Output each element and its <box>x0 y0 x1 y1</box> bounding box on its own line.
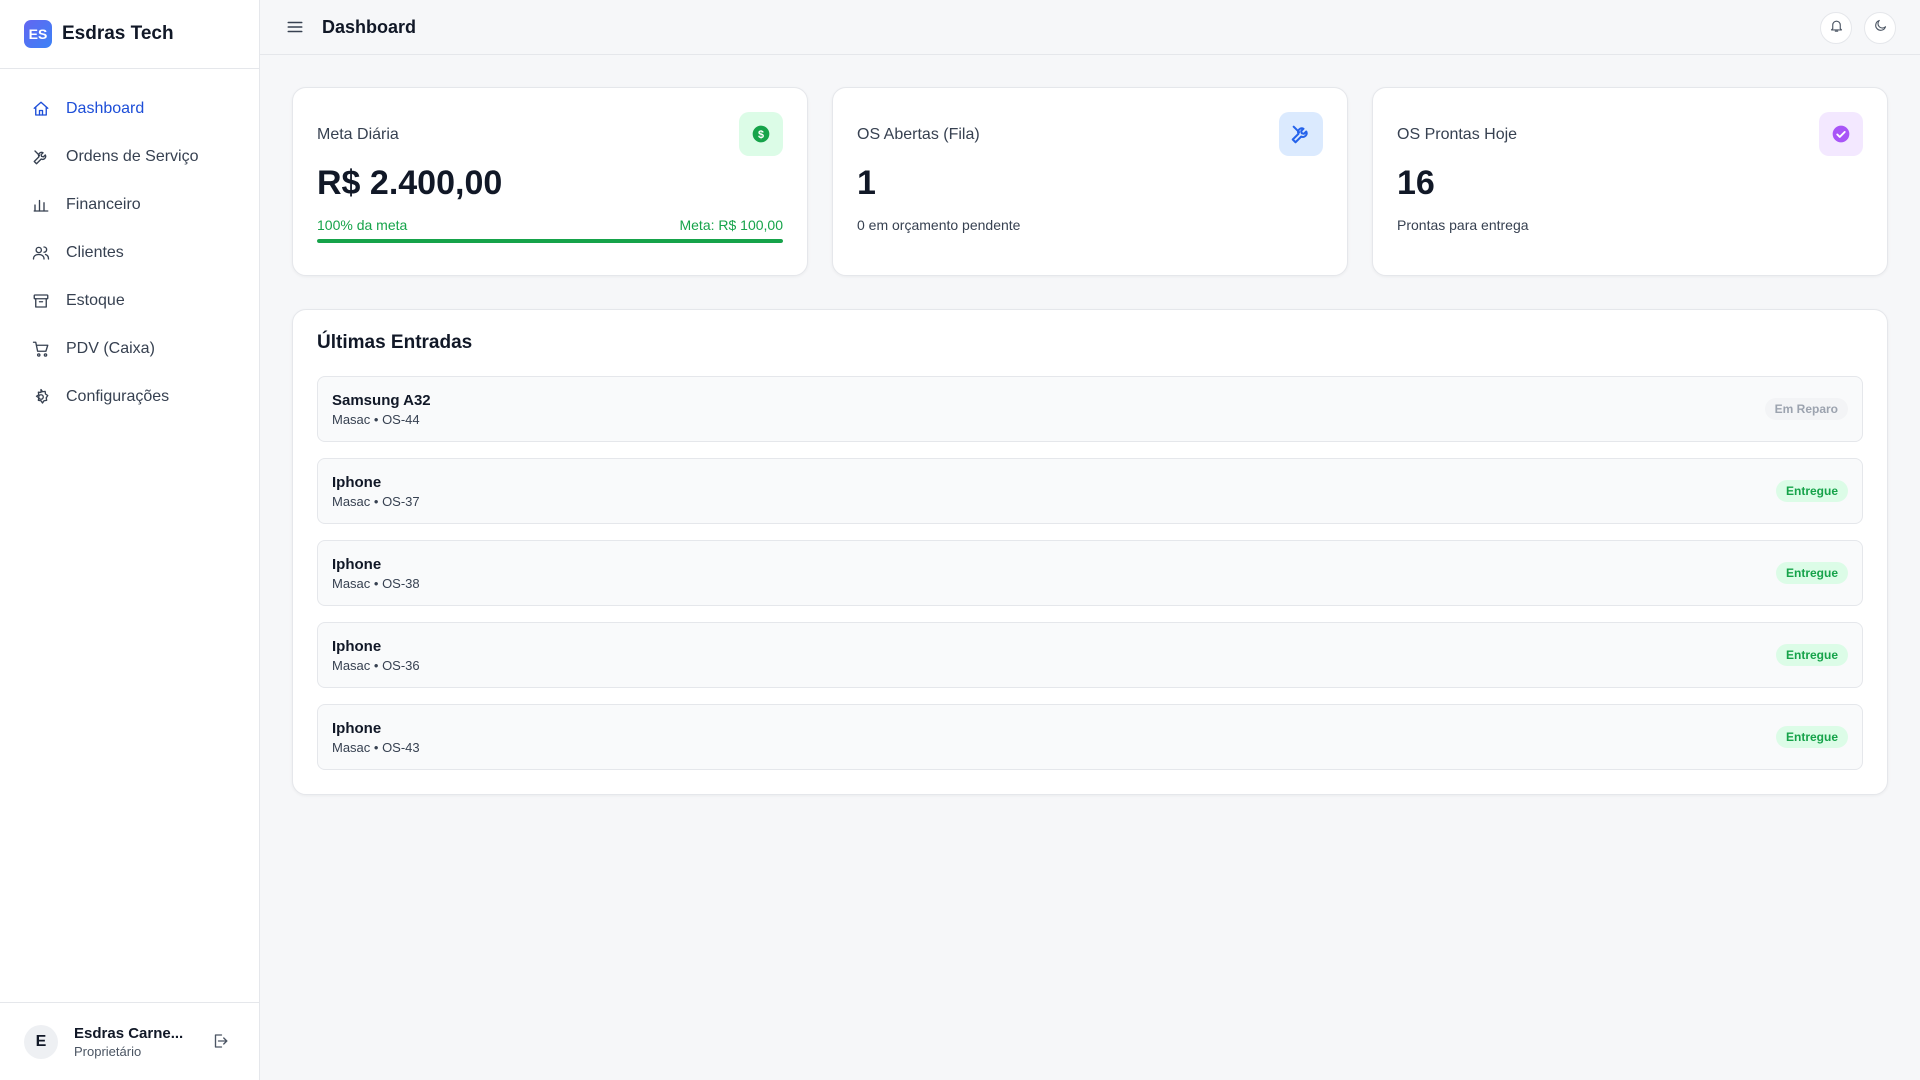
sidebar-item-label: Ordens de Serviço <box>66 148 199 165</box>
sidebar: ES Esdras Tech Dashboard Ordens de Servi… <box>0 0 260 1080</box>
list-item[interactable]: Iphone Masac • OS-37 Entregue <box>317 458 1863 524</box>
progress-bar <box>317 239 783 243</box>
entry-device: Iphone <box>332 637 382 655</box>
sidebar-item-financeiro[interactable]: Financeiro <box>0 181 259 229</box>
entry-detail: Masac • OS-44 <box>332 411 420 427</box>
user-role: Proprietário <box>74 1043 142 1059</box>
card-os-abertas: OS Abertas (Fila) 1 0 em orçamento pende… <box>832 87 1348 276</box>
brand[interactable]: ES Esdras Tech <box>0 0 259 69</box>
notifications-button[interactable] <box>1820 12 1852 44</box>
sidebar-item-configuracoes[interactable]: Configurações <box>0 373 259 421</box>
sidebar-item-label: Estoque <box>66 292 125 309</box>
dollar-icon: $ <box>739 112 783 156</box>
progress-label: 100% da meta <box>317 217 408 233</box>
progress-labels: 100% da meta Meta: R$ 100,00 <box>317 217 783 233</box>
main-content: Meta Diária $ R$ 2.400,00 100% da meta M… <box>292 87 1888 795</box>
card-title: Meta Diária <box>317 126 399 143</box>
theme-toggle-button[interactable] <box>1864 12 1896 44</box>
list-item[interactable]: Samsung A32 Masac • OS-44 Em Reparo <box>317 376 1863 442</box>
card-subtitle: Prontas para entrega <box>1397 217 1529 233</box>
sidebar-item-dashboard[interactable]: Dashboard <box>0 85 259 133</box>
sidebar-item-label: PDV (Caixa) <box>66 340 155 357</box>
card-subtitle: 0 em orçamento pendente <box>857 217 1021 233</box>
sidebar-nav: Dashboard Ordens de Serviço Financeiro C… <box>0 69 259 1002</box>
entry-device: Iphone <box>332 555 382 573</box>
user-profile: E Esdras Carne... Proprietário <box>0 1002 259 1080</box>
gear-icon <box>32 388 50 406</box>
user-info: Esdras Carne... Proprietário <box>74 1025 189 1059</box>
check-circle-icon <box>1819 112 1863 156</box>
status-badge: Em Reparo <box>1764 398 1848 420</box>
entry-detail: Masac • OS-36 <box>332 657 420 673</box>
sidebar-item-label: Financeiro <box>66 196 141 213</box>
recent-entries-panel: Últimas Entradas Samsung A32 Masac • OS-… <box>292 309 1888 795</box>
status-badge: Entregue <box>1775 644 1848 666</box>
sidebar-item-label: Configurações <box>66 388 170 405</box>
svg-text:$: $ <box>758 129 764 141</box>
users-icon <box>32 244 50 262</box>
progress-fill <box>317 239 783 243</box>
header-actions <box>1820 12 1896 44</box>
card-title: OS Abertas (Fila) <box>857 126 980 143</box>
entry-detail: Masac • OS-37 <box>332 493 420 509</box>
logout-icon[interactable] <box>211 1032 231 1052</box>
entry-detail: Masac • OS-43 <box>332 739 420 755</box>
stat-cards: Meta Diária $ R$ 2.400,00 100% da meta M… <box>292 87 1888 276</box>
sidebar-item-label: Dashboard <box>66 100 145 117</box>
bell-icon <box>1829 18 1844 38</box>
sidebar-item-estoque[interactable]: Estoque <box>0 277 259 325</box>
status-badge: Entregue <box>1775 726 1848 748</box>
moon-icon <box>1873 18 1888 38</box>
card-meta-diaria: Meta Diária $ R$ 2.400,00 100% da meta M… <box>292 87 808 276</box>
tools-icon <box>32 148 50 166</box>
card-os-prontas: OS Prontas Hoje 16 Prontas para entrega <box>1372 87 1888 276</box>
cart-icon <box>32 340 50 358</box>
avatar[interactable]: E <box>24 1024 58 1059</box>
list-item[interactable]: Iphone Masac • OS-38 Entregue <box>317 540 1863 606</box>
archive-icon <box>32 292 50 310</box>
brand-logo: ES <box>24 20 52 48</box>
status-badge: Entregue <box>1775 562 1848 584</box>
status-badge: Entregue <box>1775 480 1848 502</box>
card-value: 16 <box>1397 164 1435 202</box>
sidebar-item-label: Clientes <box>66 244 124 261</box>
card-value: 1 <box>857 164 876 202</box>
entry-device: Samsung A32 <box>332 391 431 409</box>
home-icon <box>32 100 50 118</box>
page-title: Dashboard <box>322 16 417 37</box>
panel-title: Últimas Entradas <box>317 332 473 353</box>
list-item[interactable]: Iphone Masac • OS-43 Entregue <box>317 704 1863 770</box>
sidebar-item-clientes[interactable]: Clientes <box>0 229 259 277</box>
tools-icon <box>1279 112 1323 156</box>
sidebar-item-ordens[interactable]: Ordens de Serviço <box>0 133 259 181</box>
bar-chart-icon <box>32 196 50 214</box>
menu-icon[interactable] <box>286 17 306 37</box>
sidebar-item-pdv[interactable]: PDV (Caixa) <box>0 325 259 373</box>
entry-device: Iphone <box>332 719 382 737</box>
top-header: Dashboard <box>260 0 1920 55</box>
brand-name: Esdras Tech <box>62 23 174 44</box>
card-value: R$ 2.400,00 <box>317 164 503 202</box>
list-item[interactable]: Iphone Masac • OS-36 Entregue <box>317 622 1863 688</box>
entry-detail: Masac • OS-38 <box>332 575 420 591</box>
entry-device: Iphone <box>332 473 382 491</box>
card-title: OS Prontas Hoje <box>1397 126 1518 143</box>
target-label: Meta: R$ 100,00 <box>679 217 783 233</box>
user-name: Esdras Carne... <box>74 1024 184 1042</box>
